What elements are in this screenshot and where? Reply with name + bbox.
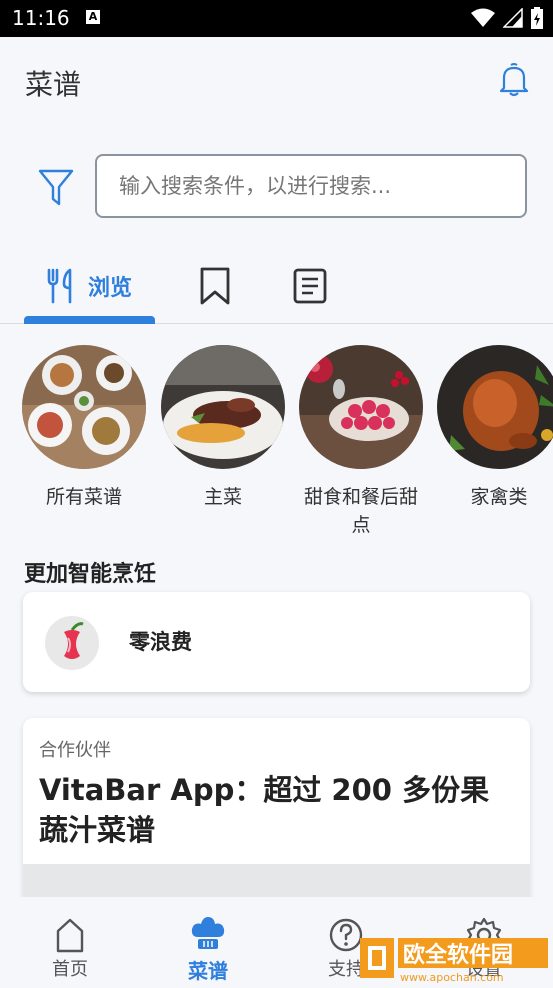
section-title: 更加智能烹饪 xyxy=(24,562,157,587)
tab-shopping-list[interactable] xyxy=(285,248,335,323)
tab-bookmarks[interactable] xyxy=(190,248,240,323)
category-image-poultry xyxy=(437,345,553,469)
partner-title: VitaBar App：超过 200 多份果蔬汁菜谱 xyxy=(39,773,490,847)
status-time: 11:16 xyxy=(12,6,70,30)
active-tab-indicator xyxy=(24,316,155,324)
nav-recipes-label: 菜谱 xyxy=(188,959,228,983)
category-label: 甜食和餐后甜点 xyxy=(303,486,418,536)
battery-icon xyxy=(531,7,543,29)
category-label: 家禽类 xyxy=(470,486,528,508)
home-icon xyxy=(56,918,84,953)
category-label: 所有菜谱 xyxy=(45,486,122,508)
category-poultry[interactable]: 家禽类 xyxy=(429,345,553,511)
category-image-all-recipes xyxy=(22,345,146,469)
nav-home-label: 首页 xyxy=(52,959,88,980)
wifi-icon xyxy=(471,8,495,27)
fork-knife-icon xyxy=(47,268,72,303)
page-title: 菜谱 xyxy=(25,68,82,101)
category-label: 主菜 xyxy=(203,486,242,508)
search-box[interactable] xyxy=(95,154,541,218)
category-desserts[interactable]: 甜食和餐后甜点 xyxy=(291,345,431,539)
watermark-url: www.apochan.com xyxy=(400,971,504,984)
list-icon xyxy=(293,268,327,303)
zero-waste-card[interactable]: 零浪费 xyxy=(23,592,530,692)
category-image-desserts xyxy=(299,345,423,469)
nav-home[interactable]: 首页 xyxy=(10,897,130,984)
zero-waste-label: 零浪费 xyxy=(129,630,192,654)
system-icons xyxy=(471,7,543,29)
category-image-main-dishes xyxy=(161,345,285,469)
notification-a-icon: A xyxy=(86,10,100,24)
search-input[interactable] xyxy=(97,156,541,216)
nav-recipes[interactable]: 菜谱 xyxy=(148,897,268,984)
filter-icon[interactable] xyxy=(38,168,74,208)
signal-icon xyxy=(503,8,523,28)
status-bar: 11:16 A xyxy=(0,0,553,37)
tab-browse-label: 浏览 xyxy=(87,275,132,301)
watermark: 欧全软件园 www.apochan.com xyxy=(354,932,553,984)
partner-card[interactable]: 合作伙伴 VitaBar App：超过 200 多份果蔬汁菜谱 xyxy=(23,718,530,898)
watermark-text: 欧全软件园 xyxy=(403,942,513,968)
partner-image-placeholder xyxy=(23,864,530,898)
app-header: 菜谱 xyxy=(0,37,553,127)
apple-icon xyxy=(45,616,99,670)
category-all-recipes[interactable]: 所有菜谱 xyxy=(14,345,154,511)
bookmark-icon xyxy=(200,267,230,304)
partner-tag: 合作伙伴 xyxy=(39,740,111,761)
chef-hat-icon xyxy=(191,917,225,949)
recipe-tabs: 浏览 xyxy=(0,248,553,324)
tab-browse[interactable]: 浏览 xyxy=(24,248,155,324)
bell-icon[interactable] xyxy=(496,62,532,98)
category-main-dishes[interactable]: 主菜 xyxy=(153,345,293,511)
category-carousel: 所有菜谱 主菜 甜食和餐后甜点 家禽类 xyxy=(0,345,553,545)
